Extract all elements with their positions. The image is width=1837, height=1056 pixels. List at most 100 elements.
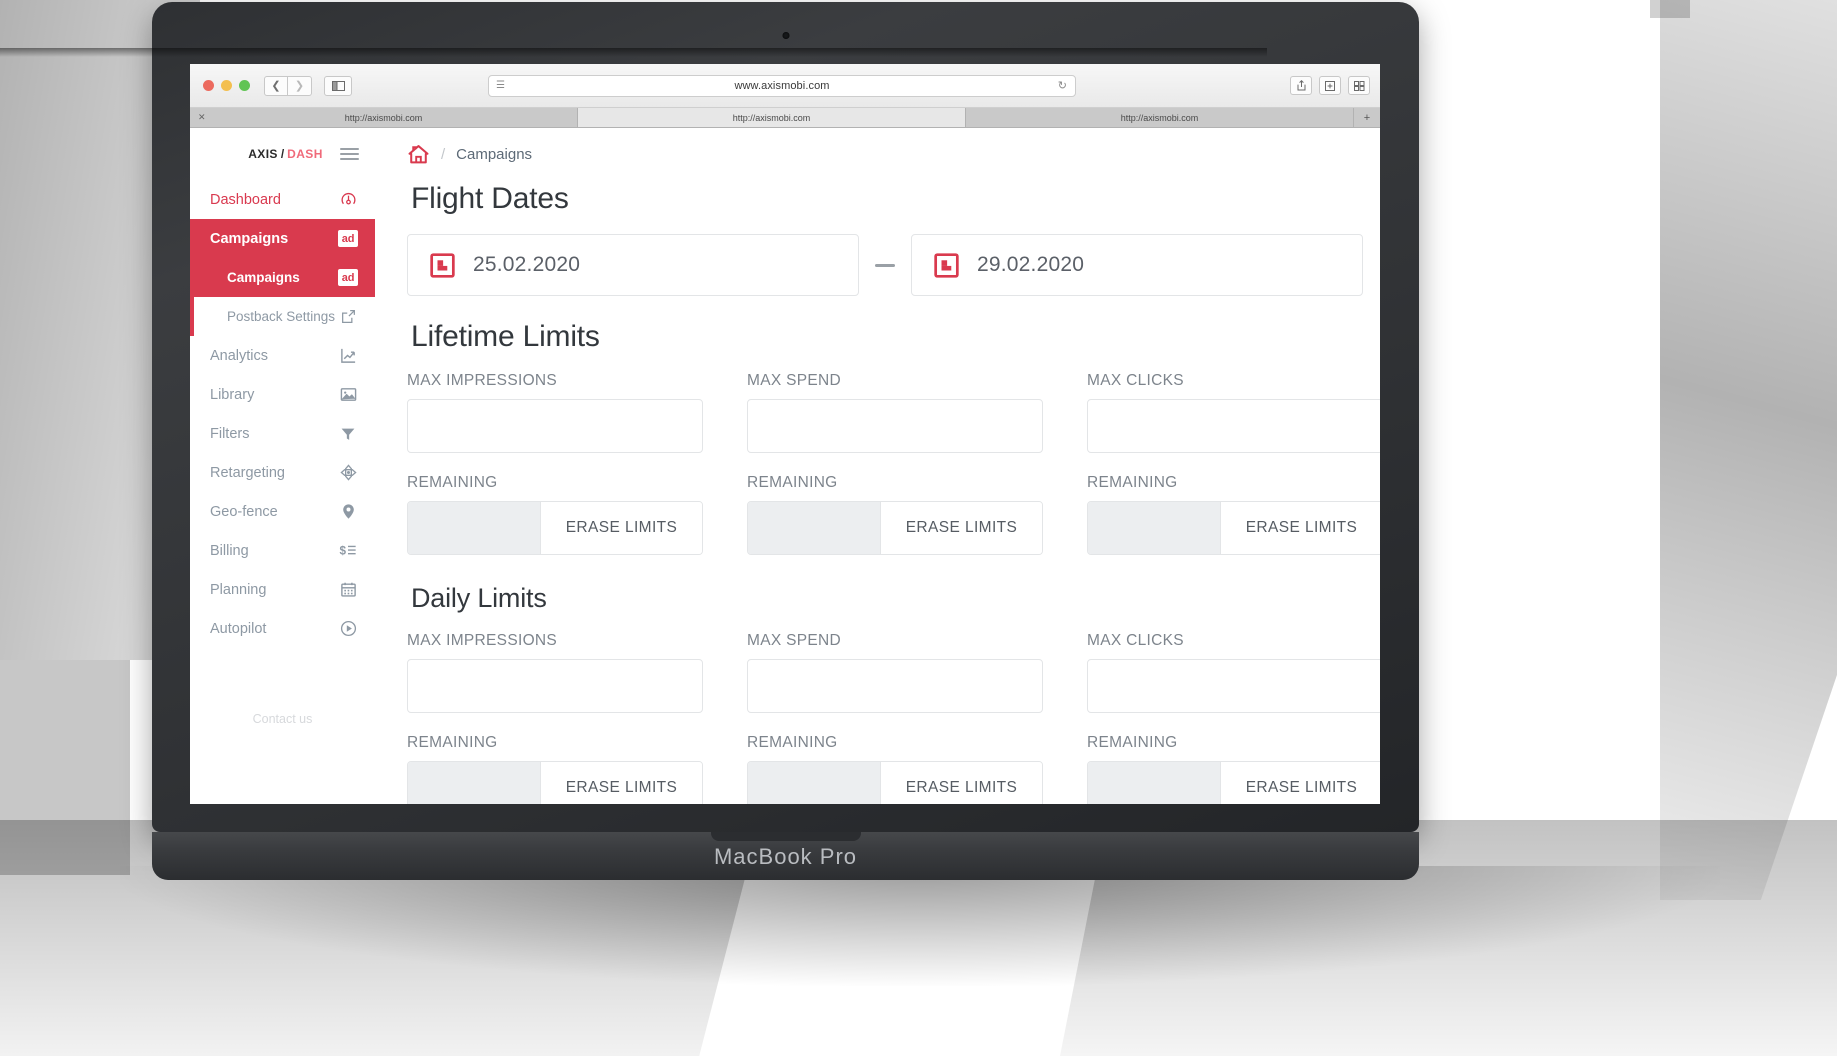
hamburger-menu-icon[interactable] bbox=[340, 148, 359, 160]
browser-tab[interactable]: ✕ http://axismobi.com bbox=[190, 108, 578, 127]
add-tab-button[interactable]: + bbox=[1354, 108, 1380, 127]
sidebar-toggle-button[interactable] bbox=[324, 75, 352, 96]
remaining-value bbox=[408, 762, 541, 804]
external-link-icon bbox=[337, 306, 359, 328]
breadcrumb-separator: / bbox=[441, 145, 446, 163]
maximize-window-button[interactable] bbox=[239, 80, 250, 91]
close-icon[interactable]: ✕ bbox=[198, 112, 206, 123]
svg-text:$: $ bbox=[339, 545, 346, 558]
erase-limits-button[interactable]: ERASE LIMITS bbox=[1221, 502, 1380, 554]
reader-view-icon[interactable]: ☰ bbox=[496, 80, 505, 91]
reload-icon[interactable]: ↻ bbox=[1058, 79, 1067, 92]
remaining-row: ERASE LIMITS bbox=[747, 501, 1043, 555]
sidebar-item-filters[interactable]: Filters bbox=[190, 414, 375, 453]
lifetime-max-impressions-input[interactable] bbox=[407, 399, 703, 453]
window-controls[interactable] bbox=[203, 80, 250, 91]
close-window-button[interactable] bbox=[203, 80, 214, 91]
lifetime-max-spend-input[interactable] bbox=[747, 399, 1043, 453]
browser-tab-active[interactable]: http://axismobi.com bbox=[578, 108, 966, 127]
browser-toolbar: ❮ ❯ ☰ www.axismobi.com ↻ bbox=[190, 64, 1380, 108]
erase-limits-button[interactable]: ERASE LIMITS bbox=[541, 502, 702, 554]
minimize-window-button[interactable] bbox=[221, 80, 232, 91]
sidebar-item-autopilot[interactable]: Autopilot bbox=[190, 609, 375, 648]
forward-button[interactable]: ❯ bbox=[288, 75, 312, 96]
field-label: MAX IMPRESSIONS bbox=[407, 632, 558, 649]
home-icon[interactable] bbox=[407, 143, 430, 166]
funnel-icon bbox=[337, 423, 359, 445]
start-date-field[interactable]: 25.02.2020 bbox=[407, 234, 859, 296]
remaining-label: REMAINING bbox=[407, 734, 498, 751]
address-bar[interactable]: ☰ www.axismobi.com ↻ bbox=[488, 74, 1076, 97]
navigation-buttons: ❮ ❯ bbox=[264, 75, 312, 96]
sidebar-item-planning[interactable]: Planning bbox=[190, 570, 375, 609]
map-pin-icon bbox=[337, 501, 359, 523]
remaining-row: ERASE LIMITS bbox=[1087, 501, 1380, 555]
browser-tab[interactable]: http://axismobi.com bbox=[966, 108, 1354, 127]
date-range-separator bbox=[875, 263, 895, 267]
brand-logo[interactable]: AXIS / DASH bbox=[190, 128, 375, 180]
sidebar-item-billing[interactable]: Billing $ bbox=[190, 531, 375, 570]
erase-limits-button[interactable]: ERASE LIMITS bbox=[541, 762, 702, 804]
sidebar-item-label: Retargeting bbox=[210, 464, 285, 481]
tab-title: http://axismobi.com bbox=[732, 112, 811, 123]
erase-limits-button[interactable]: ERASE LIMITS bbox=[1221, 762, 1380, 804]
brand-dash-text: DASH bbox=[287, 147, 323, 161]
lifetime-max-spend-column: MAX SPEND REMAINING ERASE LIMITS bbox=[747, 372, 1043, 555]
laptop-base-notch bbox=[710, 832, 861, 841]
back-button[interactable]: ❮ bbox=[264, 75, 288, 96]
sidebar-panel-icon bbox=[331, 80, 345, 91]
sidebar-item-label: Campaigns bbox=[210, 230, 289, 247]
calendar-picker-icon[interactable] bbox=[934, 252, 959, 278]
lifetime-max-clicks-column: MAX CLICKS REMAINING ERASE LIMITS bbox=[1087, 372, 1380, 555]
speedometer-icon bbox=[337, 189, 359, 211]
laptop-base: MacBook Pro bbox=[152, 832, 1419, 880]
contact-us-link[interactable]: Contact us bbox=[190, 712, 375, 804]
daily-max-spend-input[interactable] bbox=[747, 659, 1043, 713]
tab-title: http://axismobi.com bbox=[1120, 112, 1199, 123]
daily-max-spend-column: MAX SPEND REMAINING ERASE LIMITS bbox=[747, 632, 1043, 804]
sidebar-item-label: Postback Settings bbox=[227, 309, 336, 324]
url-text: www.axismobi.com bbox=[734, 79, 830, 92]
field-label: MAX IMPRESSIONS bbox=[407, 372, 558, 389]
toolbar-right-buttons bbox=[1290, 76, 1370, 95]
remaining-value bbox=[1088, 762, 1221, 804]
tab-strip: ✕ http://axismobi.com http://axismobi.co… bbox=[190, 108, 1380, 128]
lifetime-max-clicks-input[interactable] bbox=[1087, 399, 1380, 453]
remaining-label: REMAINING bbox=[1087, 474, 1178, 491]
remaining-value bbox=[748, 502, 881, 554]
flight-dates-title: Flight Dates bbox=[411, 182, 569, 215]
laptop-drop-shadow bbox=[120, 866, 1720, 986]
browser-window: ❮ ❯ ☰ www.axismobi.com ↻ ✕ http://axismo… bbox=[190, 64, 1380, 804]
sidebar: AXIS / DASH Dashboard Campaigns ad Campa… bbox=[190, 128, 375, 804]
sidebar-item-campaigns[interactable]: Campaigns ad bbox=[190, 219, 375, 258]
sidebar-item-label: Autopilot bbox=[210, 620, 267, 637]
remaining-row: ERASE LIMITS bbox=[407, 761, 703, 804]
webcam-icon bbox=[782, 32, 789, 39]
sidebar-item-retargeting[interactable]: Retargeting bbox=[190, 453, 375, 492]
sidebar-item-postback-settings[interactable]: Postback Settings bbox=[190, 297, 375, 336]
sidebar-item-label: Planning bbox=[210, 581, 267, 598]
sidebar-item-geo-fence[interactable]: Geo-fence bbox=[190, 492, 375, 531]
sidebar-item-library[interactable]: Library bbox=[190, 375, 375, 414]
daily-max-impressions-input[interactable] bbox=[407, 659, 703, 713]
backdrop-shadow-right bbox=[1660, 0, 1837, 900]
share-button[interactable] bbox=[1290, 76, 1312, 95]
remaining-label: REMAINING bbox=[1087, 734, 1178, 751]
breadcrumb-current[interactable]: Campaigns bbox=[456, 146, 532, 163]
ad-badge-text: ad bbox=[338, 269, 358, 286]
sidebar-item-campaigns-sub[interactable]: Campaigns ad bbox=[190, 258, 375, 297]
sidebar-item-analytics[interactable]: Analytics bbox=[190, 336, 375, 375]
end-date-field[interactable]: 29.02.2020 bbox=[911, 234, 1363, 296]
sidebar-item-dashboard[interactable]: Dashboard bbox=[190, 180, 375, 219]
device-model-label: MacBook Pro bbox=[713, 844, 858, 869]
daily-max-clicks-column: MAX CLICKS REMAINING ERASE LIMITS bbox=[1087, 632, 1380, 804]
remaining-label: REMAINING bbox=[747, 474, 838, 491]
calendar-picker-icon[interactable] bbox=[430, 252, 455, 278]
show-all-tabs-button[interactable] bbox=[1348, 76, 1370, 95]
new-tab-button[interactable] bbox=[1319, 76, 1341, 95]
daily-max-impressions-column: MAX IMPRESSIONS REMAINING ERASE LIMITS bbox=[407, 632, 703, 804]
erase-limits-button[interactable]: ERASE LIMITS bbox=[881, 762, 1042, 804]
new-tab-icon bbox=[1325, 80, 1335, 91]
erase-limits-button[interactable]: ERASE LIMITS bbox=[881, 502, 1042, 554]
daily-max-clicks-input[interactable] bbox=[1087, 659, 1380, 713]
